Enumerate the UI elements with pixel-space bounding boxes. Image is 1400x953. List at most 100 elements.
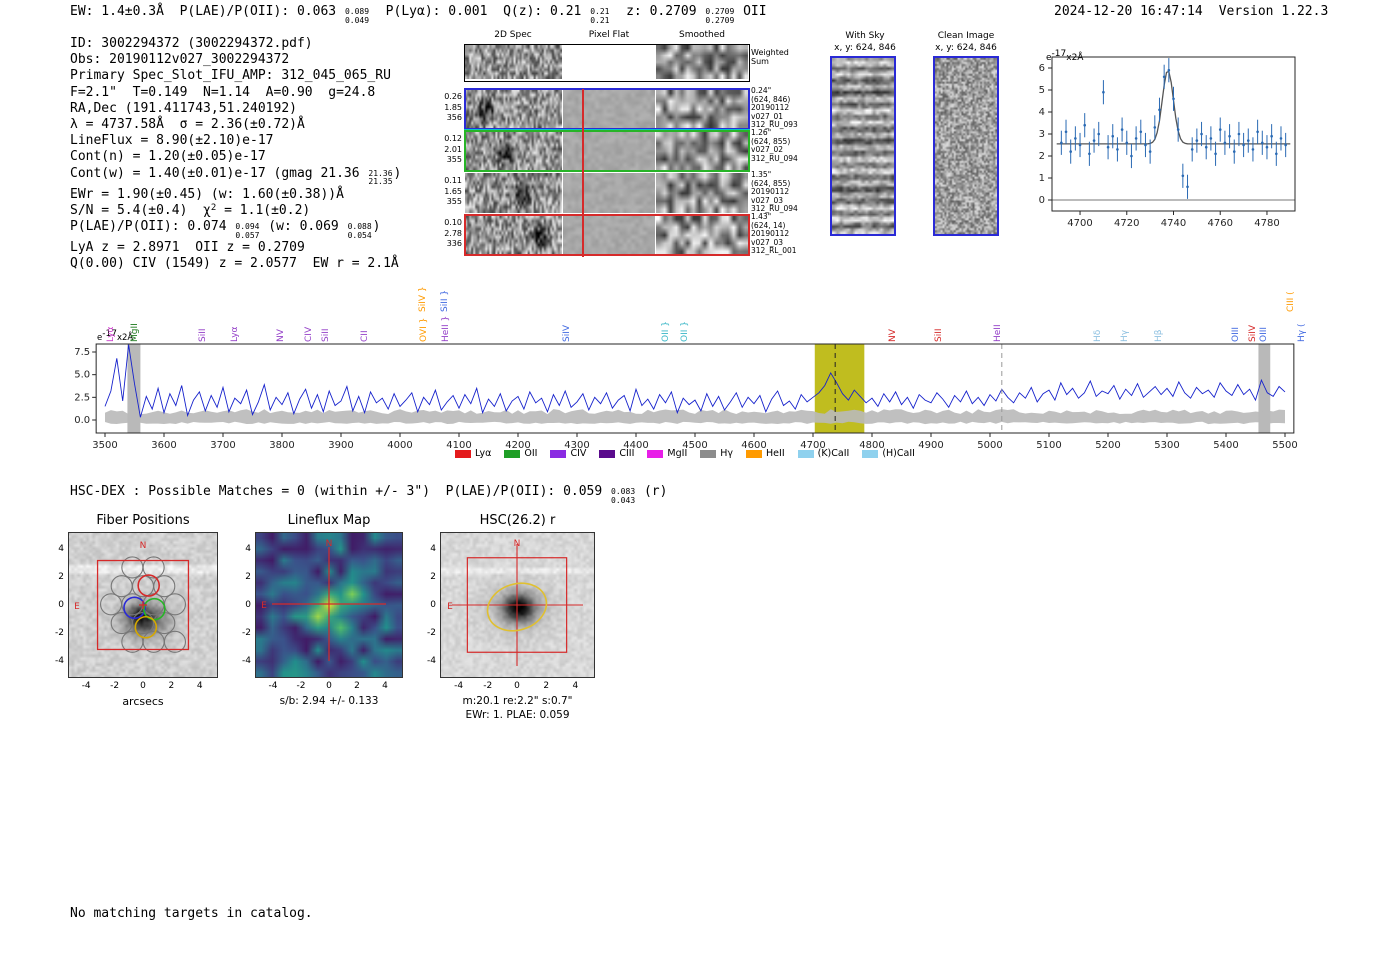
text-segment: (w: 0.069 — [260, 219, 347, 235]
cutout-x-tick-label: -4 — [268, 681, 278, 691]
spectrum-x-tick-label: 4500 — [682, 440, 707, 451]
spectrum-x-tick-label: 3700 — [210, 440, 235, 451]
zoom-x-tick-label: 4720 — [1114, 218, 1139, 229]
hsc-cutout-title: HSC(26.2) r — [479, 513, 556, 528]
spectrum-x-tick-label: 3500 — [92, 440, 117, 451]
fiber-2dspec-image — [465, 173, 562, 213]
row-left-label: 0.11 — [444, 176, 462, 185]
cutout-y-tick-label: 2 — [245, 572, 251, 583]
zoom-x-tick-label: 4700 — [1067, 218, 1092, 229]
cutout-y-tick-label: 0 — [430, 600, 436, 610]
weighted-row-border — [464, 44, 750, 82]
text-segment: Cont(n) = 1.20(±0.05)e-17 — [70, 149, 266, 165]
cutout-y-tick-label: 0 — [58, 600, 64, 610]
row-left-label: 1.85 — [444, 102, 462, 112]
footer-line-1: No matching targets in catalog. — [70, 906, 313, 922]
spectrum-x-tick-label: 5200 — [1095, 440, 1120, 451]
row-left-label: 356 — [446, 113, 462, 122]
fraction-bottom: 0.057 — [235, 230, 260, 240]
fiber-circle — [142, 593, 165, 616]
zoom-y-tick-label: 6 — [1039, 63, 1045, 74]
text-segment: Obs: 20190112v027_3002294372 — [70, 52, 290, 68]
row-border — [464, 88, 750, 130]
emission-line-label: SiII } — [440, 289, 451, 312]
spectrum-x-tick-label: 4700 — [800, 440, 825, 451]
report-timestamp: 2024-12-20 16:47:14 — [1054, 4, 1203, 19]
row-left-labels: 0.11 1.65 355 — [439, 176, 462, 208]
cutout-y-tick-label: -2 — [427, 627, 436, 638]
spec2d-col-title-3: Smoothed — [679, 30, 725, 40]
text-segment: RA,Dec (191.411743,51.240192) — [70, 100, 297, 116]
spectrum-x-tick-label: 5500 — [1272, 440, 1297, 451]
cutout-x-tick-label: 4 — [382, 681, 388, 691]
emission-line-label: CIII ( — [1286, 291, 1297, 312]
cutout-y-tick-label: 2 — [58, 572, 64, 583]
row-left-label: 1.65 — [444, 186, 462, 196]
fiber-circle — [110, 612, 133, 635]
fiber-pixelflat-image — [563, 173, 655, 213]
text-segment: HSC-DEX : Possible Matches = 0 (within +… — [70, 484, 611, 499]
stacked-fraction: 21.36 21.35 — [368, 169, 392, 187]
footer-note: No matching targets in catalog. Row inte… — [70, 874, 313, 953]
text-segment: = 1.1(±0.2) — [216, 202, 311, 218]
text-segment: (r) — [636, 484, 668, 499]
spectrum-x-tick-label: 3900 — [328, 440, 353, 451]
withsky-coords: x, y: 624, 846 — [834, 43, 896, 53]
stacked-fraction: 0.088 0.054 — [348, 223, 372, 240]
row-right-labels: 1.35" (624, 855) 20190112 v027_03 312_RU_094 — [751, 170, 803, 214]
info-line: P(LAE)/P(OII): 0.074 0.094 0.057 (w: 0.06… — [70, 219, 401, 240]
cutout-x-tick-label: 4 — [196, 681, 203, 691]
compass-east: E — [74, 602, 80, 612]
cutout-x-tick-label: -4 — [454, 681, 464, 691]
row-border — [464, 214, 750, 256]
weighted-sum-label-line1: Weighted — [751, 48, 789, 57]
zoom-x-tick-label: 4740 — [1161, 218, 1186, 229]
row-left-labels: 0.12 2.01 355 — [439, 134, 462, 166]
row-right-labels: 1.43" (624, 14) 20190112 v027_03 312_RL_001 — [751, 212, 803, 256]
emission-line-label: OII } — [679, 321, 690, 342]
text-segment: OII — [735, 4, 767, 19]
info-line: LineFlux = 8.90(±2.10)e-17 — [70, 133, 401, 149]
text-segment: LyA z = 2.8971 OII z = 0.2709 — [70, 240, 305, 256]
emission-line-label: OVI } — [418, 317, 429, 342]
lineflux-overlay: NE — [261, 539, 386, 661]
withsky-title: With Sky — [845, 31, 885, 41]
elixer-report-page: EW: 1.4±0.3Å P(LAE)/P(OII): 0.063 0.089 0… — [0, 0, 1400, 953]
info-line: λ = 4737.58Å σ = 2.36(±0.72)Å — [70, 117, 401, 133]
withsky-border — [830, 56, 896, 236]
compass-east: E — [447, 602, 453, 612]
compass-east: E — [261, 601, 267, 611]
header-meta: 2024-12-20 16:47:14 Version 1.22.3 — [1054, 4, 1328, 20]
cutout-x-tick-label: -2 — [110, 681, 120, 691]
text-segment: λ = 4737.58Å σ = 2.36(±0.72)Å — [70, 117, 305, 133]
stacked-fraction: 0.089 0.049 — [345, 7, 369, 25]
spec2d-col-title-1: 2D Spec — [494, 30, 532, 40]
fiber-circle — [163, 593, 186, 616]
cutout-y-tick-label: 4 — [245, 544, 251, 555]
text-segment: z: 0.2709 — [610, 4, 705, 19]
detection-info-block: ID: 3002294372 (3002294372.pdf) Obs: 2019… — [70, 36, 401, 272]
cutout-x-tick-label: 4 — [572, 681, 579, 691]
spectrum-y-tick-label: 5.0 — [74, 370, 90, 381]
row-left-label: 0.26 — [444, 92, 462, 101]
zoom-y-tick-label: 1 — [1039, 173, 1045, 184]
cutout-x-tick-label: -2 — [483, 681, 493, 691]
zoom-y-tick-label: 0 — [1039, 195, 1045, 206]
stacked-fraction: 0.2709 0.2709 — [705, 7, 735, 25]
cutout-y-tick-label: -4 — [55, 655, 64, 666]
hscdex-match-line: HSC-DEX : Possible Matches = 0 (within +… — [70, 484, 667, 505]
spectrum-x-tick-label: 4200 — [505, 440, 530, 451]
zoom-y-tick-label: 5 — [1039, 85, 1045, 96]
cutout-y-tick-label: -2 — [55, 627, 64, 638]
spectrum-x-tick-label: 4000 — [387, 440, 412, 451]
row-right-label: 312_RU_094 — [751, 153, 798, 163]
spectrum-y-tick-label: 7.5 — [74, 347, 90, 358]
text-segment: Cont(w) = 1.40(±0.01)e-17 (gmag 21.36 — [70, 165, 368, 181]
cutout-y-tick-label: -4 — [242, 655, 251, 666]
spectrum-y-tick-label: 2.5 — [74, 392, 90, 403]
cutout-y-tick-label: -2 — [242, 627, 251, 638]
zoom-x-tick-label: 4760 — [1208, 218, 1233, 229]
row-left-label: 0.12 — [444, 134, 462, 143]
fraction-bottom: 0.2709 — [705, 15, 735, 25]
row-left-label: 355 — [446, 197, 462, 206]
